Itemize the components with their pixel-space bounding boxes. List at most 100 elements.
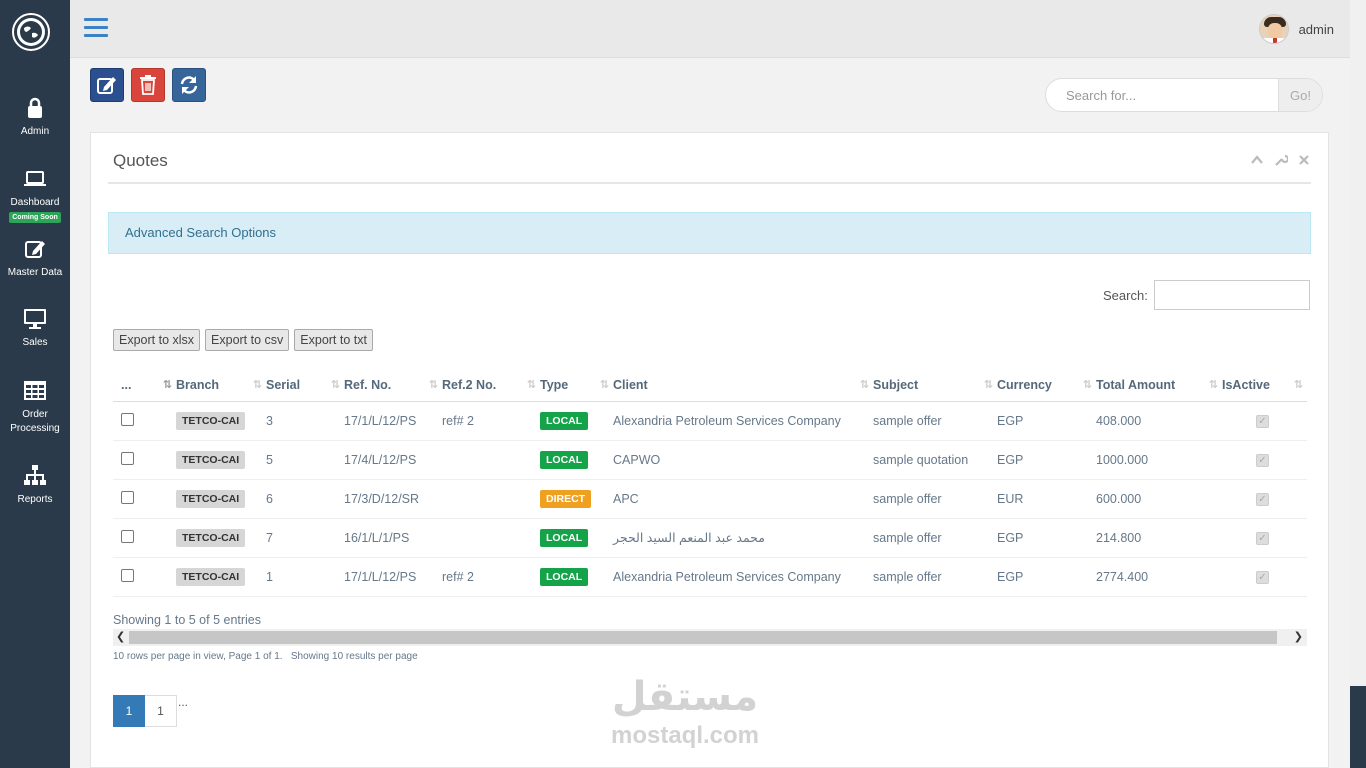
table-row[interactable]: TETCO-CAI 7 16/1/L/1/PS LOCAL محمد عبد المنع… [113, 518, 1307, 558]
quotes-table: ... ⇅ Branch ⇅ Serial ⇅ Ref. No. ⇅ Ref.2 No.… [113, 369, 1307, 597]
avatar [1258, 14, 1289, 44]
monitor-icon [24, 309, 46, 329]
table-icon [24, 381, 46, 400]
column-header-ref-no[interactable]: Ref. No. ⇅ [344, 369, 442, 402]
client-cell: APC [613, 479, 873, 519]
total-amount-cell: 214.800 [1096, 518, 1222, 558]
sidebar-item-label: Order Processing [10, 409, 60, 434]
table-row[interactable]: TETCO-CAI 5 17/4/L/12/PS LOCAL CAPWO sample q… [113, 440, 1307, 480]
chevron-up-icon[interactable] [1250, 153, 1264, 167]
branch-cell: TETCO-CAI [176, 440, 266, 480]
table-horizontal-scrollbar[interactable]: ❮ ❯ [113, 629, 1307, 646]
row-checkbox[interactable] [121, 412, 134, 426]
go-button[interactable]: Go! [1278, 79, 1322, 111]
row-checkbox[interactable] [121, 529, 134, 543]
export-xlsx-button[interactable]: Export to xlsx [113, 329, 201, 351]
sidebar-item-label: Dashboard [10, 197, 60, 208]
branch-badge: TETCO-CAI [176, 411, 246, 430]
branch-cell: TETCO-CAI [176, 557, 266, 597]
scroll-left-icon[interactable]: ❮ [116, 630, 125, 643]
user-menu[interactable]: admin [1258, 14, 1334, 44]
isactive-cell: ✓ [1222, 401, 1307, 441]
sidebar-item-dashboard[interactable]: Dashboard Coming Soon [0, 166, 70, 224]
column-header-total-amount[interactable]: Total Amount ⇅ [1096, 369, 1222, 402]
edit-icon [25, 241, 45, 258]
row-checkbox[interactable] [121, 568, 134, 582]
serial-cell: 7 [266, 518, 344, 558]
edit-button[interactable] [90, 68, 124, 102]
trash-icon [140, 75, 156, 95]
serial-cell: 6 [266, 479, 344, 519]
coming-soon-badge: Coming Soon [9, 212, 61, 223]
export-csv-button[interactable]: Export to csv [205, 329, 290, 351]
export-txt-button[interactable]: Export to txt [294, 329, 373, 351]
serial-cell: 5 [266, 440, 344, 480]
client-cell: CAPWO [613, 440, 873, 480]
serial-cell: 3 [266, 401, 344, 441]
menu-toggle-icon[interactable] [84, 18, 108, 38]
advanced-search-toggle[interactable]: Advanced Search Options [108, 212, 1311, 254]
branch-badge: TETCO-CAI [176, 450, 246, 469]
branch-cell: TETCO-CAI [176, 518, 266, 558]
sidebar-item-order-processing[interactable]: Order Processing [0, 378, 70, 436]
ref-no-cell: 17/4/L/12/PS [344, 440, 442, 480]
sidebar-item-sales[interactable]: Sales [0, 306, 70, 350]
sidebar-item-master-data[interactable]: Master Data [0, 236, 70, 280]
type-badge: LOCAL [540, 567, 589, 586]
sidebar-item-reports[interactable]: Reports [0, 463, 70, 507]
row-checkbox[interactable] [121, 451, 134, 465]
table-row[interactable]: TETCO-CAI 3 17/1/L/12/PS ref# 2 LOCAL Alexand… [113, 401, 1307, 441]
column-header-client[interactable]: Client ⇅ [613, 369, 873, 402]
table-row[interactable]: TETCO-CAI 1 17/1/L/12/PS ref# 2 LOCAL Alexand… [113, 557, 1307, 597]
isactive-checkbox: ✓ [1256, 571, 1269, 584]
ref-no-cell: 17/1/L/12/PS [344, 557, 442, 597]
type-cell: LOCAL [540, 401, 613, 441]
ref2-no-cell: ref# 2 [442, 557, 540, 597]
table-header-row: ... ⇅ Branch ⇅ Serial ⇅ Ref. No. ⇅ Ref.2 No.… [113, 369, 1307, 402]
table-search-input[interactable] [1153, 280, 1310, 310]
sidebar-item-admin[interactable]: Admin [0, 95, 70, 139]
close-icon[interactable] [1298, 153, 1310, 167]
currency-cell: EUR [997, 479, 1096, 519]
search-input[interactable] [1046, 79, 1278, 111]
table-info: Showing 1 to 5 of 5 entries [113, 613, 262, 627]
branch-cell: TETCO-CAI [176, 479, 266, 519]
sidebar: Admin Dashboard Coming Soon Master Data … [0, 0, 70, 768]
client-cell: Alexandria Petroleum Services Company [613, 401, 873, 441]
column-header-isactive[interactable]: IsActive ⇅ [1222, 369, 1307, 402]
subject-cell: sample offer [873, 557, 997, 597]
panel-tools [1250, 153, 1310, 167]
column-header-subject[interactable]: Subject ⇅ [873, 369, 997, 402]
page-button-active[interactable]: 1 [113, 695, 145, 727]
type-badge: LOCAL [540, 411, 589, 430]
client-cell: محمد عبد المنعم السيد الحجر [613, 518, 873, 558]
delete-button[interactable] [131, 68, 165, 102]
sitemap-icon [24, 465, 46, 485]
column-header-ref2-no[interactable]: Ref.2 No. ⇅ [442, 369, 540, 402]
subject-cell: sample offer [873, 401, 997, 441]
column-header-type[interactable]: Type ⇅ [540, 369, 613, 402]
globe-logo-icon[interactable] [12, 13, 50, 51]
total-amount-cell: 600.000 [1096, 479, 1222, 519]
type-cell: LOCAL [540, 557, 613, 597]
scroll-right-icon[interactable]: ❯ [1294, 630, 1303, 643]
branch-cell: TETCO-CAI [176, 401, 266, 441]
row-select-cell [113, 440, 176, 480]
column-header-branch[interactable]: Branch ⇅ [176, 369, 266, 402]
username: admin [1298, 21, 1334, 37]
pagination: 1 1 ... [113, 695, 189, 727]
column-header-serial[interactable]: Serial ⇅ [266, 369, 344, 402]
column-header-currency[interactable]: Currency ⇅ [997, 369, 1096, 402]
table-row[interactable]: TETCO-CAI 6 17/3/D/12/SR DIRECT APC sample of… [113, 479, 1307, 519]
refresh-button[interactable] [172, 68, 206, 102]
column-header-select[interactable]: ... ⇅ [113, 369, 176, 402]
sidebar-item-label: Reports [17, 494, 53, 505]
page-scrollbar[interactable] [1350, 0, 1366, 768]
edit-icon [97, 77, 116, 94]
page-button[interactable]: 1 [145, 695, 177, 727]
type-badge: DIRECT [540, 489, 592, 508]
wrench-icon[interactable] [1274, 153, 1288, 167]
paging-info: 10 rows per page in view, Page 1 of 1. S… [113, 651, 418, 662]
row-checkbox[interactable] [121, 490, 134, 504]
row-select-cell [113, 401, 176, 441]
